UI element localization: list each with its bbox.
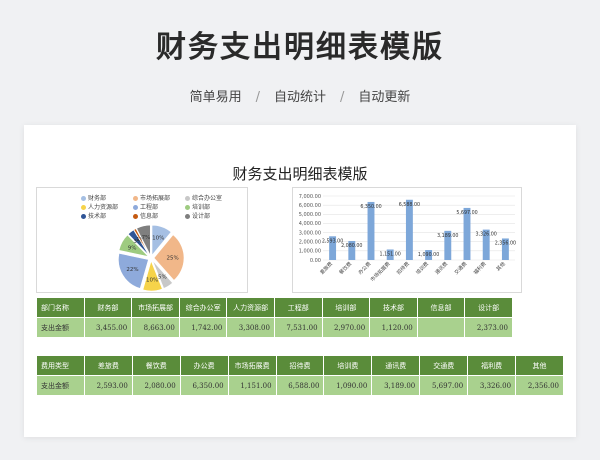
- pie-slice-label: 10%: [146, 278, 158, 284]
- table-header-cell: 差旅费: [83, 355, 133, 376]
- bar-value-label: 3,326.00: [476, 232, 497, 238]
- cost-value-row: 支出金额 2,593.00 2,080.00 6,350.00 1,151.00 6,58…: [36, 375, 564, 396]
- table-cell: 支出金额: [36, 317, 85, 338]
- x-tick-label: 餐饮费: [338, 260, 354, 276]
- bar-value-label: 1,090.00: [418, 252, 439, 258]
- table-cell: 2,970.00: [321, 317, 371, 338]
- department-value-row: 支出金额 3,455.00 8,663.00 1,742.00 3,308.00 7,53…: [36, 317, 513, 338]
- table-header-cell: 市场拓展部: [131, 297, 180, 318]
- table-header-cell: 办公费: [179, 355, 229, 376]
- y-tick-label: 5,000.00: [299, 212, 321, 218]
- table-cell: 2,356.00: [515, 375, 564, 396]
- x-tick-label: 办公费: [357, 260, 373, 276]
- bar-value-label: 5,697.00: [456, 210, 477, 216]
- table-cell: 1,090.00: [323, 375, 373, 396]
- bar-value-label: 6,588.00: [399, 202, 420, 208]
- tag-easy: 简单易用: [189, 90, 242, 105]
- pie-slice-label: 5%: [158, 274, 167, 280]
- bar-value-label: 1,151.00: [380, 251, 401, 257]
- table-header-cell: 其他: [515, 355, 564, 376]
- table-header-cell: 信息部: [416, 297, 466, 318]
- table-header-cell: 福利费: [467, 355, 517, 376]
- bar-value-label: 2,593.00: [322, 238, 343, 244]
- department-expense-table: 部门名称 财务部 市场拓展部 综合办公室 人力资源部 工程部 培训部 技术部 信息部 设计部 支出…: [36, 297, 513, 338]
- table-cell: 1,120.00: [369, 317, 418, 338]
- bar-value-label: 2,356.00: [495, 240, 516, 246]
- table-cell: 8,663.00: [131, 317, 180, 338]
- table-cell: 2,593.00: [83, 375, 133, 396]
- tag-auto-update: 自动更新: [358, 90, 411, 105]
- feature-tags: 简单易用 / 自动统计 / 自动更新: [189, 90, 411, 105]
- bar-chart: 0.00 1,000.00 2,000.00 3,000.00 4,000.00 5,00…: [299, 194, 516, 283]
- pie-chart: 10%25%5%10%22%9%3%1%7%: [118, 224, 185, 292]
- bar: [405, 199, 413, 260]
- table-header-cell: 通讯费: [371, 355, 421, 376]
- table-cell: 1,151.00: [227, 375, 277, 396]
- table-header-cell: 财务部: [83, 297, 133, 318]
- table-cell: 7,531.00: [273, 317, 323, 338]
- table-header-cell: 技术部: [369, 297, 418, 318]
- table-header-cell: 部门名称: [36, 297, 85, 318]
- pie-slice-label: 7%: [142, 235, 151, 241]
- table-header-cell: 餐饮费: [131, 355, 181, 376]
- table-cell: 1,742.00: [178, 317, 228, 338]
- y-tick-label: 7,000.00: [299, 194, 321, 200]
- table-cell: 2,080.00: [131, 375, 181, 396]
- y-tick-label: 4,000.00: [299, 221, 321, 227]
- bar-value-label: 2,080.00: [341, 243, 362, 249]
- table-header-cell: 人力资源部: [226, 297, 275, 318]
- table-cell: [416, 317, 466, 338]
- bar-chart-box: 0.00 1,000.00 2,000.00 3,000.00 4,000.00 5,00…: [292, 187, 522, 293]
- page-title: 财务支出明细表模版: [156, 30, 444, 65]
- y-tick-label: 2,000.00: [299, 240, 321, 246]
- table-cell: 3,455.00: [83, 317, 133, 338]
- table-cell: 5,697.00: [419, 375, 469, 396]
- table-header-cell: 培训费: [323, 355, 373, 376]
- pie-slice-label: 25%: [166, 256, 178, 262]
- x-tick-label: 市场拓展费: [369, 260, 392, 283]
- bar-value-label: 3,189.00: [437, 233, 458, 239]
- table-header-cell: 培训部: [321, 297, 371, 318]
- y-tick-label: 3,000.00: [299, 230, 321, 236]
- pie-slice-label: 10%: [152, 236, 164, 242]
- table-cell: 3,189.00: [371, 375, 421, 396]
- department-header-row: 部门名称 财务部 市场拓展部 综合办公室 人力资源部 工程部 培训部 技术部 信息部 设计部: [36, 297, 513, 318]
- x-tick-label: 福利费: [472, 260, 488, 276]
- table-cell: 3,308.00: [226, 317, 275, 338]
- y-tick-label: 1,000.00: [299, 249, 321, 255]
- pie-chart-box: 财务部 市场拓展部 综合办公室 人力资源部 工程部 培训部 技术部 信息部 设计部 10% 25%…: [36, 187, 248, 293]
- cost-type-table: 费用类型 差旅费 餐饮费 办公费 市场拓展费 招待费 培训费 通讯费 交通费 福利费 其他 支出金额…: [36, 355, 564, 396]
- x-tick-label: 培训费: [414, 260, 430, 276]
- sheet-title: 财务支出明细表模版: [232, 165, 368, 183]
- table-header-cell: 设计部: [464, 297, 513, 318]
- bar: [367, 201, 375, 260]
- table-cell: 6,350.00: [179, 375, 229, 396]
- table-cell: 6,588.00: [275, 375, 325, 396]
- cost-header-row: 费用类型 差旅费 餐饮费 办公费 市场拓展费 招待费 培训费 通讯费 交通费 福利费 其他: [36, 355, 564, 376]
- table-header-cell: 费用类型: [36, 355, 85, 376]
- table-cell: 2,373.00: [464, 317, 513, 338]
- table-header-cell: 工程部: [273, 297, 323, 318]
- table-header-cell: 交通费: [419, 355, 469, 376]
- table-cell: 3,326.00: [467, 375, 517, 396]
- x-tick-label: 通讯费: [434, 260, 450, 276]
- bar-value-label: 6,350.00: [360, 204, 381, 210]
- x-tick-label: 其他: [495, 260, 507, 272]
- x-tick-label: 招待费: [395, 260, 411, 276]
- table-header-cell: 综合办公室: [178, 297, 228, 318]
- table-cell: 支出金额: [36, 375, 85, 396]
- spreadsheet-preview: 财务支出明细表模版 财务部 市场拓展部 综合办公室 人力资源部 工程部 培训部 技术部 信息部…: [24, 125, 576, 437]
- table-header-cell: 招待费: [275, 355, 325, 376]
- table-header-cell: 市场拓展费: [227, 355, 277, 376]
- pie-slice-label: 9%: [128, 246, 137, 252]
- y-tick-label: 6,000.00: [299, 203, 321, 209]
- x-tick-label: 交通费: [453, 260, 469, 276]
- tag-auto-stat: 自动统计: [273, 90, 326, 105]
- pie-slice-label: 22%: [126, 267, 138, 273]
- y-tick-label: 0.00: [310, 258, 321, 264]
